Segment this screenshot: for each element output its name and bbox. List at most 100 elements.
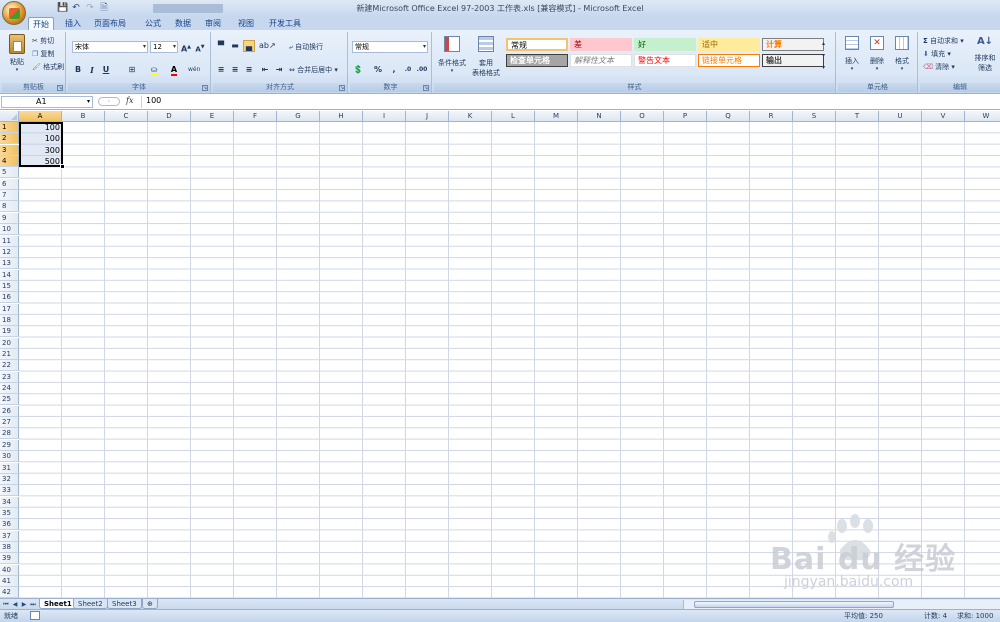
- fill-handle[interactable]: [60, 164, 65, 169]
- dialog-launcher-icon[interactable]: ↘: [339, 85, 345, 91]
- autosum-button[interactable]: Σ 自动求和 ▾: [923, 36, 964, 46]
- tab-1[interactable]: 插入: [60, 17, 86, 30]
- row-header-41[interactable]: 41: [0, 576, 19, 587]
- column-header-R[interactable]: R: [750, 111, 793, 122]
- horizontal-scrollbar[interactable]: [683, 600, 1000, 609]
- row-header-32[interactable]: 32: [0, 473, 19, 485]
- fill-button[interactable]: ⬇ 填充 ▾: [923, 49, 951, 59]
- paste-button[interactable]: 粘贴 ▾: [6, 34, 28, 73]
- column-header-M[interactable]: M: [535, 111, 578, 122]
- tab-5[interactable]: 审阅: [200, 17, 226, 30]
- row-header-35[interactable]: 35: [0, 507, 19, 519]
- row-header-30[interactable]: 30: [0, 451, 19, 463]
- grow-font-button[interactable]: A▲: [180, 41, 192, 54]
- font-size-combo[interactable]: 12 ▾: [150, 41, 178, 53]
- increase-decimal-button[interactable]: .0: [402, 64, 414, 76]
- tab-0[interactable]: 开始: [28, 17, 54, 30]
- row-header-37[interactable]: 37: [0, 530, 19, 542]
- sort-filter-button[interactable]: A↓ 排序和 筛选: [970, 36, 1000, 73]
- row-header-26[interactable]: 26: [0, 405, 19, 417]
- insert-sheet-icon[interactable]: ⊕: [142, 599, 158, 609]
- row-header-23[interactable]: 23: [0, 371, 19, 383]
- tab-2[interactable]: 页面布局: [90, 17, 130, 30]
- clear-button[interactable]: ⌫ 清除 ▾: [923, 62, 955, 72]
- delete-cells-button[interactable]: ✕ 删除 ▾: [865, 36, 889, 72]
- copy-button[interactable]: ❐ 复制: [32, 49, 55, 59]
- row-header-5[interactable]: 5: [0, 167, 19, 179]
- tab-3[interactable]: 公式: [140, 17, 166, 30]
- column-header-W[interactable]: W: [965, 111, 1000, 122]
- row-header-16[interactable]: 16: [0, 292, 19, 304]
- row-header-29[interactable]: 29: [0, 439, 19, 451]
- cell-A1[interactable]: 100: [19, 122, 62, 133]
- cell-style-6[interactable]: 解释性文本: [570, 54, 632, 67]
- format-as-table-button[interactable]: 套用 表格格式: [470, 36, 502, 78]
- sheet-tab-2[interactable]: Sheet2: [73, 599, 108, 609]
- row-header-3[interactable]: 3: [0, 144, 19, 156]
- row-header-15[interactable]: 15: [0, 280, 19, 292]
- comma-button[interactable]: ,: [388, 64, 400, 76]
- font-name-combo[interactable]: 宋体 ▾: [72, 41, 148, 53]
- row-header-12[interactable]: 12: [0, 246, 19, 258]
- scroll-thumb[interactable]: [694, 601, 894, 608]
- cell-style-3[interactable]: 适中: [698, 38, 760, 51]
- column-header-F[interactable]: F: [234, 111, 277, 122]
- column-header-N[interactable]: N: [578, 111, 621, 122]
- column-header-E[interactable]: E: [191, 111, 234, 122]
- column-header-S[interactable]: S: [793, 111, 836, 122]
- next-sheet-icon[interactable]: ▶: [20, 600, 28, 609]
- row-header-38[interactable]: 38: [0, 541, 19, 553]
- percent-button[interactable]: %: [372, 64, 384, 76]
- number-format-combo[interactable]: 常规 ▾: [352, 41, 428, 53]
- name-box[interactable]: A1 ▾: [1, 96, 93, 108]
- fill-color-button[interactable]: ⛀: [148, 64, 160, 76]
- row-header-19[interactable]: 19: [0, 326, 19, 338]
- row-header-34[interactable]: 34: [0, 496, 19, 508]
- column-header-P[interactable]: P: [664, 111, 707, 122]
- row-header-9[interactable]: 9: [0, 212, 19, 224]
- orientation-button[interactable]: ab↗: [259, 40, 276, 52]
- column-header-B[interactable]: B: [62, 111, 105, 122]
- align-left-button[interactable]: ≡: [215, 64, 227, 76]
- row-header-18[interactable]: 18: [0, 314, 19, 326]
- phonetic-button[interactable]: wén: [188, 64, 200, 76]
- row-header-42[interactable]: 42: [0, 587, 19, 598]
- cell-A2[interactable]: 100: [19, 133, 62, 144]
- column-header-O[interactable]: O: [621, 111, 664, 122]
- shrink-font-button[interactable]: A▼: [194, 41, 206, 53]
- cell-A4[interactable]: 500: [19, 156, 62, 167]
- column-header-H[interactable]: H: [320, 111, 363, 122]
- row-header-4[interactable]: 4: [0, 156, 19, 168]
- column-header-A[interactable]: A: [19, 111, 62, 122]
- underline-button[interactable]: U: [100, 64, 112, 76]
- cell-style-1[interactable]: 差: [570, 38, 632, 51]
- column-header-V[interactable]: V: [922, 111, 965, 122]
- first-sheet-icon[interactable]: ⏮: [2, 600, 10, 609]
- bold-button[interactable]: B: [72, 64, 84, 76]
- row-header-36[interactable]: 36: [0, 519, 19, 531]
- cell-style-8[interactable]: 链接单元格: [698, 54, 760, 67]
- row-header-21[interactable]: 21: [0, 349, 19, 360]
- row-header-31[interactable]: 31: [0, 462, 19, 474]
- column-header-K[interactable]: K: [449, 111, 492, 122]
- decrease-decimal-button[interactable]: .00: [416, 64, 428, 76]
- row-header-13[interactable]: 13: [0, 258, 19, 270]
- row-header-25[interactable]: 25: [0, 394, 19, 406]
- wrap-text-button[interactable]: ⤶ 自动换行: [289, 42, 323, 52]
- last-sheet-icon[interactable]: ⏭: [29, 600, 37, 609]
- row-header-14[interactable]: 14: [0, 269, 19, 281]
- sheet-tab-3[interactable]: Sheet3: [107, 599, 142, 609]
- column-header-Q[interactable]: Q: [707, 111, 750, 122]
- increase-indent-button[interactable]: ⇥: [273, 64, 285, 76]
- align-center-button[interactable]: ≡: [229, 64, 241, 76]
- column-header-I[interactable]: I: [363, 111, 406, 122]
- conditional-formatting-button[interactable]: 条件格式 ▾: [436, 36, 468, 74]
- decrease-indent-button[interactable]: ⇤: [259, 64, 271, 76]
- column-header-C[interactable]: C: [105, 111, 148, 122]
- row-header-8[interactable]: 8: [0, 201, 19, 213]
- insert-function-icon[interactable]: fx: [126, 96, 133, 105]
- cell-A3[interactable]: 300: [19, 145, 62, 156]
- cell-style-9[interactable]: 输出: [762, 54, 824, 67]
- dialog-launcher-icon[interactable]: ↘: [202, 85, 208, 91]
- row-header-39[interactable]: 39: [0, 553, 19, 565]
